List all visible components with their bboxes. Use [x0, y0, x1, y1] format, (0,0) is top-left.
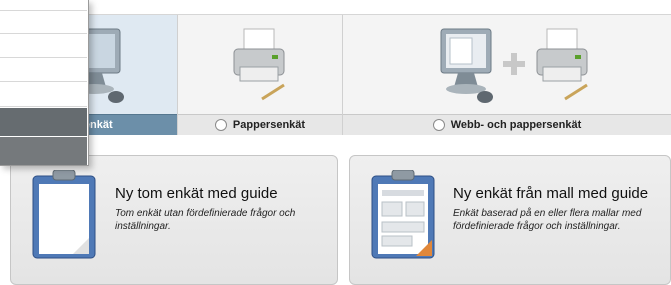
survey-type-selector: ebbenkät Pappersenkät [0, 14, 671, 135]
new-template-survey-description: Enkät baserad på en eller flera mallar m… [453, 208, 642, 232]
menu-item[interactable] [0, 34, 87, 58]
new-blank-survey-description: Tom enkät utan fördefinierade frågor och… [115, 208, 296, 232]
printer-icon [233, 28, 285, 101]
template-clipboard-icon [371, 170, 435, 259]
paper-survey-option[interactable]: Pappersenkät [178, 15, 343, 135]
menu-item[interactable] [0, 58, 87, 82]
menu-item-dark[interactable] [0, 108, 87, 136]
new-template-survey-card[interactable]: Ny enkät från mall med guide Enkät baser… [349, 155, 671, 285]
menu-item[interactable] [0, 11, 87, 34]
menu-item-dark[interactable] [0, 137, 87, 165]
menu-item[interactable] [0, 0, 87, 11]
new-template-survey-title: Ny enkät från mall med guide [453, 185, 649, 202]
web-and-paper-survey-radio[interactable] [432, 119, 445, 131]
paper-survey-label-bar: Pappersenkät [178, 114, 342, 135]
menu-item[interactable] [0, 82, 87, 107]
new-blank-survey-title: Ny tom enkät med guide [115, 185, 278, 202]
web-and-paper-survey-label: Webb- och pappersenkät [450, 119, 582, 131]
clipboard-icon [32, 170, 96, 259]
dropdown-menu [0, 0, 89, 166]
monitor-icon [440, 28, 493, 103]
paper-survey-radio[interactable] [214, 119, 227, 131]
web-and-paper-survey-label-bar: Webb- och pappersenkät [343, 114, 671, 135]
new-blank-survey-card[interactable]: Ny tom enkät med guide Tom enkät utan fö… [10, 155, 338, 285]
plus-icon [503, 53, 525, 75]
printer-icon [536, 28, 588, 101]
web-and-paper-survey-option[interactable]: Webb- och pappersenkät [343, 15, 671, 135]
paper-survey-label: Pappersenkät [232, 119, 306, 131]
